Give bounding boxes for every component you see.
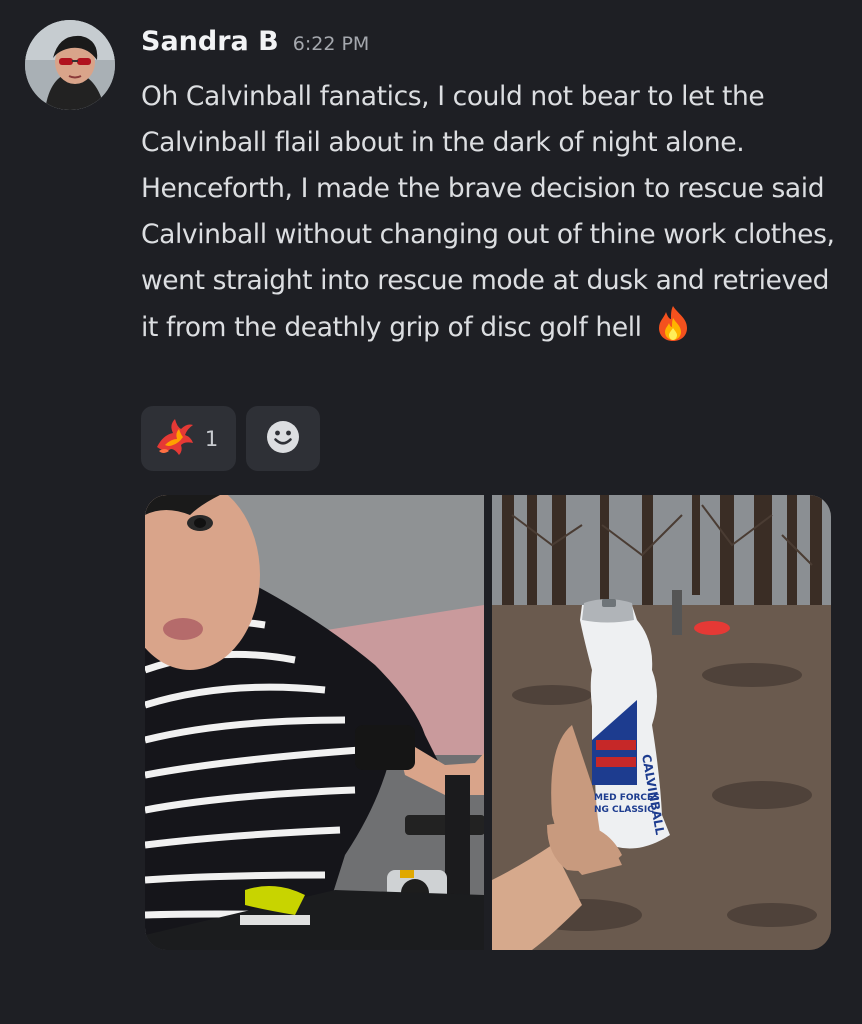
phoenix-icon xyxy=(153,417,195,461)
svg-text:MED FORCES: MED FORCES xyxy=(594,793,660,803)
username[interactable]: Sandra B xyxy=(141,26,279,57)
attachment-image-selfie[interactable] xyxy=(145,495,484,950)
svg-text:NG CLASSIC: NG CLASSIC xyxy=(594,805,654,815)
reactions-bar: 1 xyxy=(141,406,320,471)
reaction-count: 1 xyxy=(204,426,219,451)
add-reaction-smile-icon xyxy=(266,420,300,458)
chat-message: Sandra B 6:22 PM Oh Calvinball fanatics,… xyxy=(0,0,862,1024)
message-content: Oh Calvinball fanatics, I could not bear… xyxy=(141,74,841,357)
timestamp[interactable]: 6:22 PM xyxy=(293,33,370,55)
add-reaction-button[interactable] xyxy=(246,406,320,471)
message-header: Sandra B 6:22 PM xyxy=(141,26,369,57)
reaction-phoenix[interactable]: 1 xyxy=(141,406,236,471)
image-gallery: CALVINBALL MED FORCES NG CLASSIC xyxy=(145,495,831,950)
attachment-image-bottle[interactable]: CALVINBALL MED FORCES NG CLASSIC xyxy=(492,495,831,950)
message-text: Oh Calvinball fanatics, I could not bear… xyxy=(141,81,835,343)
fire-icon xyxy=(656,304,690,357)
user-avatar[interactable] xyxy=(25,20,115,110)
